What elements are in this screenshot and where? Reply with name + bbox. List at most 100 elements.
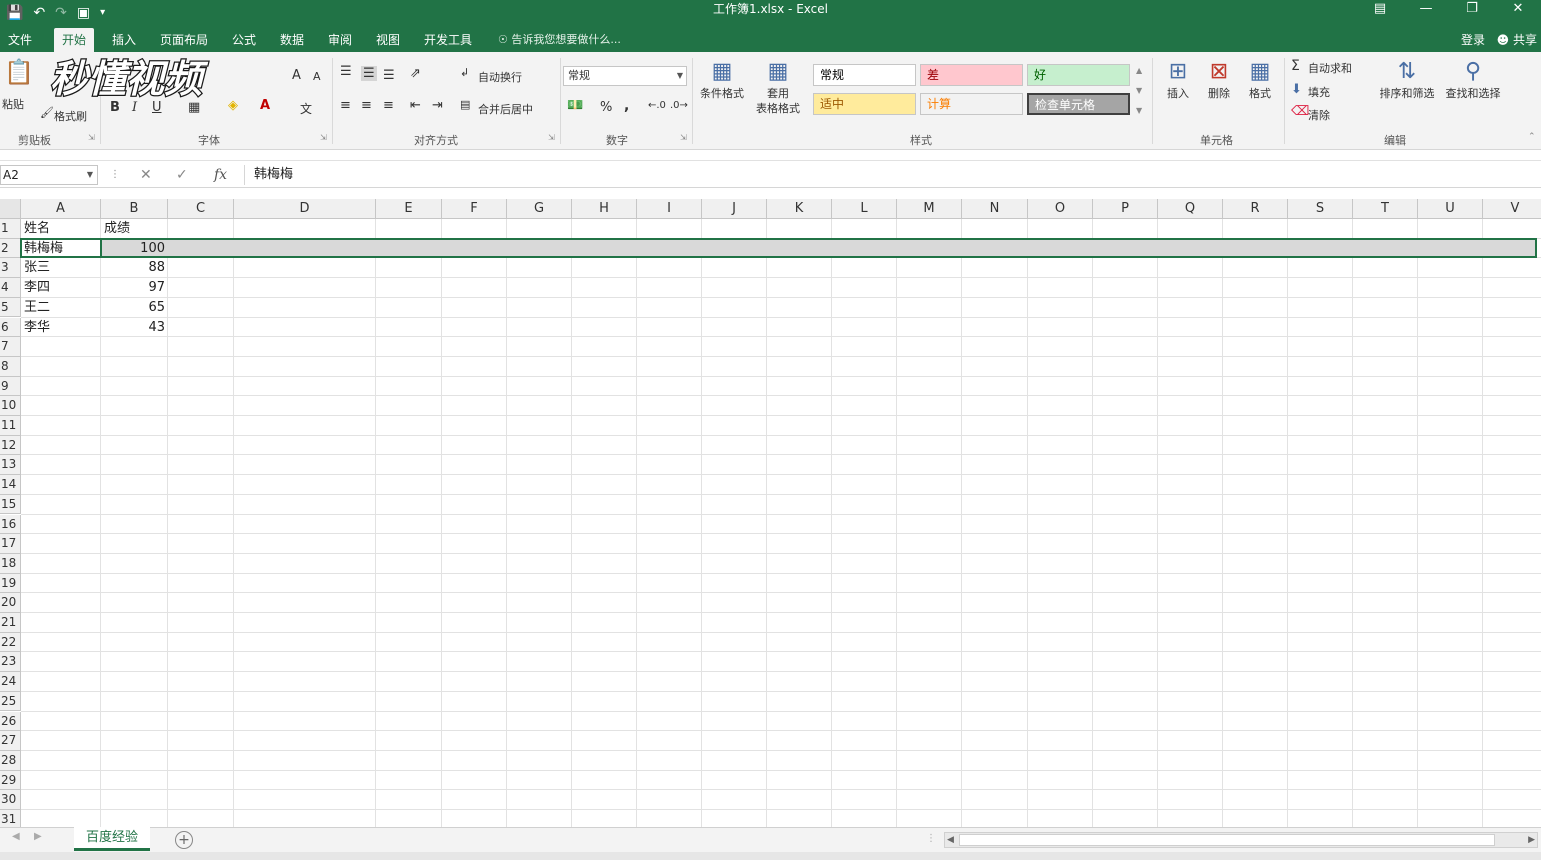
increase-decimal-icon[interactable]: ←.0	[648, 100, 666, 111]
row-header-18[interactable]: 18	[0, 553, 21, 574]
grow-font-button[interactable]: A	[292, 68, 301, 83]
autosum-label[interactable]: 自动求和	[1308, 60, 1352, 76]
scrollbar-thumb[interactable]	[959, 834, 1495, 846]
column-header-n[interactable]: N	[962, 199, 1028, 219]
row-header-10[interactable]: 10	[0, 396, 21, 416]
increase-indent-icon[interactable]: ⇥	[432, 98, 443, 113]
row-header-8[interactable]: 8	[0, 356, 21, 377]
column-header-g[interactable]: G	[507, 199, 572, 219]
column-header-q[interactable]: Q	[1158, 199, 1223, 219]
row-header-27[interactable]: 27	[0, 731, 21, 751]
prev-sheet-icon[interactable]: ◀	[12, 831, 20, 842]
insert-cells-button[interactable]: ⊞ 插入	[1158, 58, 1198, 101]
cell-b2[interactable]: 100	[101, 239, 168, 258]
row-header-14[interactable]: 14	[0, 475, 21, 495]
cell-b1[interactable]: 成绩	[101, 219, 168, 238]
name-box[interactable]: A2 ▼	[0, 165, 98, 185]
italic-button[interactable]: I	[132, 100, 137, 115]
column-header-f[interactable]: F	[442, 199, 507, 219]
dialog-launcher-icon[interactable]: ⇲	[320, 133, 327, 142]
horizontal-scrollbar[interactable]: ◀ ▶	[944, 832, 1538, 848]
cell-a5[interactable]: 王二	[21, 298, 101, 317]
column-header-t[interactable]: T	[1353, 199, 1418, 219]
decrease-indent-icon[interactable]: ⇤	[410, 98, 421, 113]
row-header-15[interactable]: 15	[0, 494, 21, 515]
row-header-17[interactable]: 17	[0, 534, 21, 554]
wrap-text-icon[interactable]: ↲	[460, 66, 469, 79]
bold-button[interactable]: B	[110, 100, 120, 115]
cell-b3[interactable]: 88	[101, 258, 168, 277]
fill-label[interactable]: 填充	[1308, 84, 1330, 100]
tab-home[interactable]: 开始	[54, 28, 95, 52]
comma-button[interactable]: ,	[624, 98, 629, 114]
align-middle-icon[interactable]: ☰	[361, 66, 377, 81]
cell-a2[interactable]: 韩梅梅	[21, 239, 101, 258]
collapse-ribbon-icon[interactable]: ⌃	[1528, 132, 1536, 142]
tab-data[interactable]: 数据	[272, 28, 312, 52]
cell-b6[interactable]: 43	[101, 318, 168, 337]
style-calculation[interactable]: 计算	[920, 93, 1023, 115]
align-bottom-icon[interactable]: ☰	[383, 68, 395, 83]
cell-a4[interactable]: 李四	[21, 278, 101, 297]
row-header-11[interactable]: 11	[0, 416, 21, 436]
column-header-k[interactable]: K	[767, 199, 832, 219]
login-link[interactable]: 登录	[1461, 28, 1485, 52]
phonetic-icon[interactable]: 文	[300, 100, 312, 117]
spreadsheet-grid[interactable]: A B C D E F G H I J K L M N O P Q R S T U V 1 2 3 4 5 6 7 8 9 10 11 12 13 1…	[0, 199, 1541, 827]
column-header-h[interactable]: H	[572, 199, 637, 219]
merge-center-label[interactable]: 合并后居中	[478, 101, 533, 117]
format-as-table-button[interactable]: ▦ 套用 表格格式	[749, 58, 807, 116]
fill-down-icon[interactable]: ⬇	[1291, 82, 1302, 97]
column-header-i[interactable]: I	[637, 199, 702, 219]
share-button[interactable]: ☻ 共享	[1497, 28, 1537, 52]
row-header-13[interactable]: 13	[0, 455, 21, 476]
row-header-16[interactable]: 16	[0, 514, 21, 535]
row-header-1[interactable]: 1	[0, 219, 21, 239]
percent-button[interactable]: %	[600, 100, 612, 115]
align-left-icon[interactable]: ≡	[340, 98, 351, 113]
dialog-launcher-icon[interactable]: ⇲	[88, 133, 95, 142]
align-center-icon[interactable]: ≡	[361, 98, 372, 113]
cancel-icon[interactable]: ✕	[140, 165, 152, 185]
shrink-font-button[interactable]: A	[313, 70, 321, 83]
cell-a6[interactable]: 李华	[21, 318, 101, 337]
format-cells-button[interactable]: ▦ 格式	[1240, 58, 1280, 101]
split-handle-icon[interactable]: ⋮	[926, 833, 936, 844]
row-header-19[interactable]: 19	[0, 573, 21, 594]
borders-icon[interactable]: ▦	[188, 100, 200, 115]
insert-function-icon[interactable]: fx	[214, 165, 227, 185]
orientation-icon[interactable]: ⇗	[410, 66, 421, 81]
column-header-b[interactable]: B	[101, 199, 168, 219]
format-painter-icon[interactable]: 🖌	[40, 106, 54, 119]
style-bad[interactable]: 差	[920, 64, 1023, 86]
row-header-26[interactable]: 26	[0, 711, 21, 732]
column-header-v[interactable]: V	[1483, 199, 1541, 219]
scroll-up-icon[interactable]: ▲	[1136, 66, 1142, 75]
row-header-3[interactable]: 3	[0, 258, 21, 279]
merge-center-icon[interactable]: ▤	[460, 98, 470, 111]
conditional-format-button[interactable]: ▦ 条件格式	[695, 58, 749, 101]
column-header-d[interactable]: D	[234, 199, 376, 219]
underline-button[interactable]: U	[152, 100, 162, 115]
formula-input[interactable]: 韩梅梅	[254, 165, 293, 185]
style-check-cell[interactable]: 检查单元格	[1027, 93, 1130, 115]
column-header-m[interactable]: M	[897, 199, 962, 219]
row-header-31[interactable]: 31	[0, 810, 21, 827]
sort-filter-button[interactable]: ⇅ 排序和筛选	[1374, 58, 1440, 101]
ribbon-display-icon[interactable]: ▤	[1357, 0, 1403, 18]
paste-icon[interactable]: 📋	[4, 58, 34, 86]
number-format-dropdown[interactable]: 常规 ▼	[563, 66, 687, 86]
column-header-o[interactable]: O	[1028, 199, 1093, 219]
row-header-7[interactable]: 7	[0, 337, 21, 357]
column-header-l[interactable]: L	[832, 199, 897, 219]
row-header-28[interactable]: 28	[0, 750, 21, 771]
enter-icon[interactable]: ✓	[176, 165, 188, 185]
sheet-tab-active[interactable]: 百度经验	[74, 827, 150, 851]
column-header-e[interactable]: E	[376, 199, 442, 219]
tell-me-search[interactable]: ☉ 告诉我您想要做什么...	[498, 28, 621, 52]
row-header-21[interactable]: 21	[0, 613, 21, 633]
row-header-22[interactable]: 22	[0, 632, 21, 653]
clear-label[interactable]: 清除	[1308, 107, 1330, 123]
tab-insert[interactable]: 插入	[104, 28, 144, 52]
align-top-icon[interactable]: ☰	[340, 64, 352, 79]
